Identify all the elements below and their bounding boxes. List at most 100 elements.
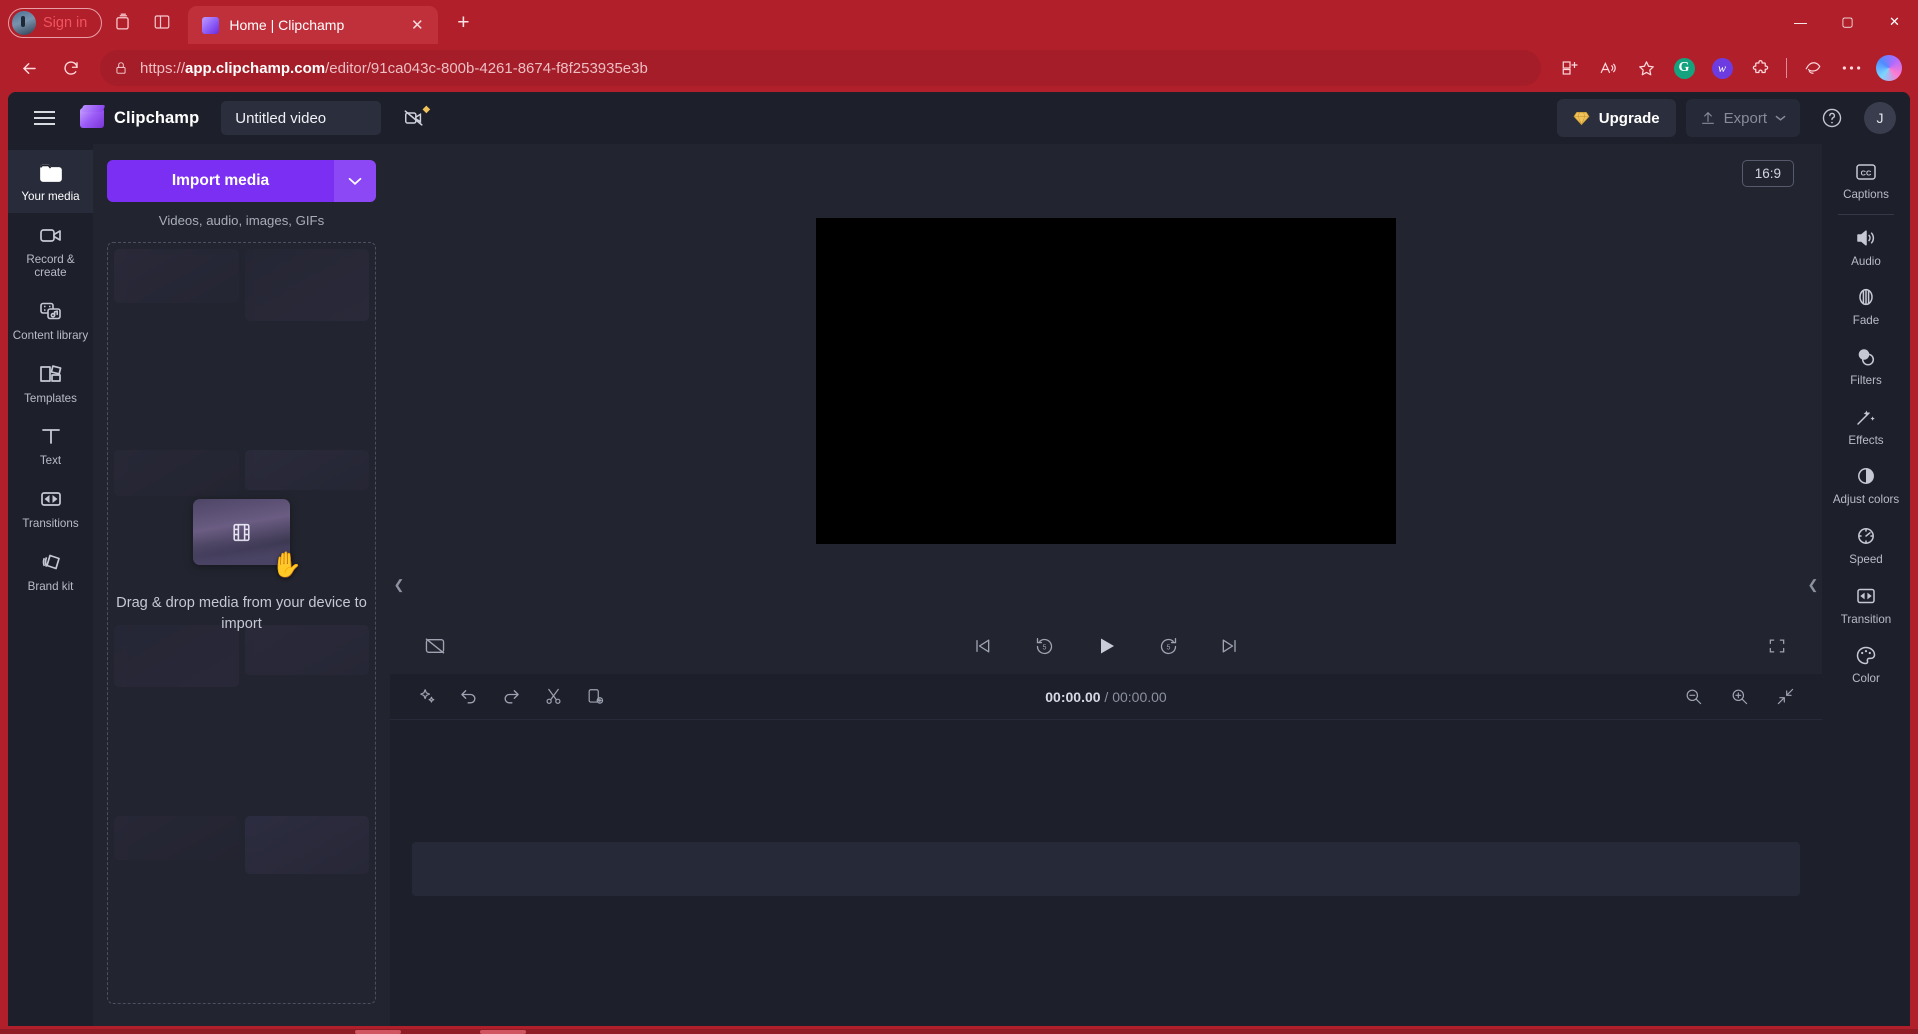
play-button[interactable] (1089, 629, 1123, 663)
captions-off-icon[interactable] (418, 629, 452, 663)
split-screen-toolbar-icon[interactable] (1551, 51, 1589, 85)
timeline-tracks[interactable] (390, 720, 1822, 1026)
sidebar-item-record-create[interactable]: Record & create (8, 213, 93, 289)
address-bar[interactable]: https://app.clipchamp.com/editor/91ca043… (100, 50, 1541, 86)
aspect-ratio-button[interactable]: 16:9 (1741, 160, 1794, 187)
collapse-left-panel-icon[interactable]: ❮ (392, 558, 406, 612)
rail-divider (1838, 213, 1894, 215)
taskbar-indicator (355, 1030, 401, 1034)
chevron-down-icon (348, 177, 362, 185)
tab-close-icon[interactable]: ✕ (406, 14, 428, 36)
grammarly-glyph: G (1673, 57, 1695, 79)
sign-in-button[interactable]: Sign in (8, 8, 103, 38)
back-icon[interactable] (10, 51, 48, 85)
extensions-puzzle-icon[interactable] (1741, 51, 1779, 85)
preview-area: ❮ ❮ 16:9 5 5 00:00.00 / 00:00.00 (390, 144, 1822, 1026)
profile-avatar-icon (12, 11, 36, 35)
sidebar-item-content-library[interactable]: Content library (8, 289, 93, 352)
undo-icon[interactable] (454, 682, 484, 712)
import-media-button[interactable]: Import media (107, 160, 334, 202)
clipchamp-app: Clipchamp Untitled video ◆ Upgrade Expor… (8, 92, 1910, 1026)
video-canvas[interactable] (816, 218, 1396, 544)
import-media-dropdown[interactable] (334, 160, 376, 202)
film-icon (233, 523, 250, 541)
folder-icon (39, 164, 62, 182)
left-sidebar: Your media Record & create Content libra… (8, 144, 93, 1026)
transitions-icon (40, 492, 61, 506)
rail-item-adjust-colors[interactable]: Adjust colors (1822, 455, 1910, 515)
app-brand-name: Clipchamp (114, 108, 200, 127)
player-controls: 5 5 (390, 618, 1822, 674)
window-minimize-button[interactable]: — (1777, 0, 1824, 44)
collapse-right-panel-icon[interactable]: ❮ (1806, 558, 1820, 612)
fit-to-timeline-icon[interactable] (1770, 682, 1800, 712)
sidebar-item-templates[interactable]: Templates (8, 352, 93, 415)
settings-more-icon[interactable] (1832, 51, 1870, 85)
new-tab-button[interactable]: + (446, 6, 480, 40)
read-aloud-icon[interactable] (1589, 51, 1627, 85)
rail-item-filters[interactable]: Filters (1822, 336, 1910, 396)
lock-icon (116, 62, 126, 74)
toolbar-divider (1786, 58, 1787, 78)
sidebar-label: Your media (21, 190, 80, 203)
import-media-row: Import media (107, 160, 376, 202)
app-header: Clipchamp Untitled video ◆ Upgrade Expor… (8, 92, 1910, 144)
sidebar-item-text[interactable]: Text (8, 414, 93, 477)
favorite-star-icon[interactable] (1627, 51, 1665, 85)
rail-item-speed[interactable]: Speed (1822, 515, 1910, 575)
clipchamp-logo-icon (80, 108, 104, 128)
magic-ai-icon[interactable] (412, 682, 442, 712)
redo-icon[interactable] (496, 682, 526, 712)
reload-icon[interactable] (52, 51, 90, 85)
skip-to-end-button[interactable] (1213, 629, 1247, 663)
rewind-5-button[interactable]: 5 (1027, 629, 1061, 663)
tab-title: Home | Clipchamp (229, 17, 345, 33)
rail-item-color[interactable]: Color (1822, 634, 1910, 694)
help-button[interactable] (1812, 98, 1852, 138)
skip-to-start-button[interactable] (965, 629, 999, 663)
wand-icon (1857, 410, 1875, 425)
rail-item-transition[interactable]: Transition (1822, 575, 1910, 635)
zoom-in-icon[interactable] (1724, 682, 1754, 712)
rail-item-effects[interactable]: Effects (1822, 396, 1910, 456)
zoom-out-icon[interactable] (1678, 682, 1708, 712)
sidebar-item-brand-kit[interactable]: Brand kit (8, 540, 93, 603)
sign-in-label: Sign in (43, 15, 88, 31)
export-button[interactable]: Export (1685, 99, 1800, 137)
import-subtitle: Videos, audio, images, GIFs (158, 213, 325, 228)
contrast-icon (1858, 468, 1874, 485)
rail-item-fade[interactable]: Fade (1822, 276, 1910, 336)
rail-item-captions[interactable]: CC Captions (1822, 152, 1910, 210)
rail-item-audio[interactable]: Audio (1822, 217, 1910, 277)
user-avatar[interactable]: J (1864, 102, 1896, 134)
duplicate-add-icon[interactable] (580, 682, 610, 712)
browser-essentials-icon[interactable] (1794, 51, 1832, 85)
window-controls: — ▢ ✕ (1777, 0, 1918, 44)
wallet-extension-icon[interactable]: w (1703, 51, 1741, 85)
split-scissors-icon[interactable] (538, 682, 568, 712)
premium-diamond-icon: ◆ (422, 104, 431, 115)
upload-icon (1701, 111, 1714, 124)
grammarly-extension-icon[interactable]: G (1665, 51, 1703, 85)
window-close-button[interactable]: ✕ (1871, 0, 1918, 44)
media-dropzone[interactable]: ✋ Drag & drop media from your device to … (107, 242, 376, 1004)
current-time: 00:00.00 (1045, 688, 1101, 705)
browser-toolbar: https://app.clipchamp.com/editor/91ca043… (0, 44, 1918, 92)
browser-tab-active[interactable]: Home | Clipchamp ✕ (188, 6, 439, 44)
sidebar-item-transitions[interactable]: Transitions (8, 477, 93, 540)
window-maximize-button[interactable]: ▢ (1824, 0, 1871, 44)
camera-off-icon[interactable]: ◆ (393, 99, 435, 137)
sidebar-item-your-media[interactable]: Your media (8, 150, 93, 213)
brandkit-icon (42, 554, 60, 570)
rail-label: Speed (1849, 553, 1883, 567)
forward-5-button[interactable]: 5 (1151, 629, 1185, 663)
copilot-icon[interactable] (1870, 51, 1908, 85)
timeline-track-empty[interactable] (412, 842, 1800, 896)
fullscreen-button[interactable] (1760, 629, 1794, 663)
upgrade-button[interactable]: Upgrade (1556, 99, 1676, 137)
project-title-input[interactable]: Untitled video (221, 101, 382, 135)
fade-icon (1859, 289, 1873, 306)
split-screen-icon[interactable] (142, 3, 182, 41)
hamburger-menu-icon[interactable] (22, 98, 66, 138)
tab-collections-icon[interactable] (102, 3, 142, 41)
